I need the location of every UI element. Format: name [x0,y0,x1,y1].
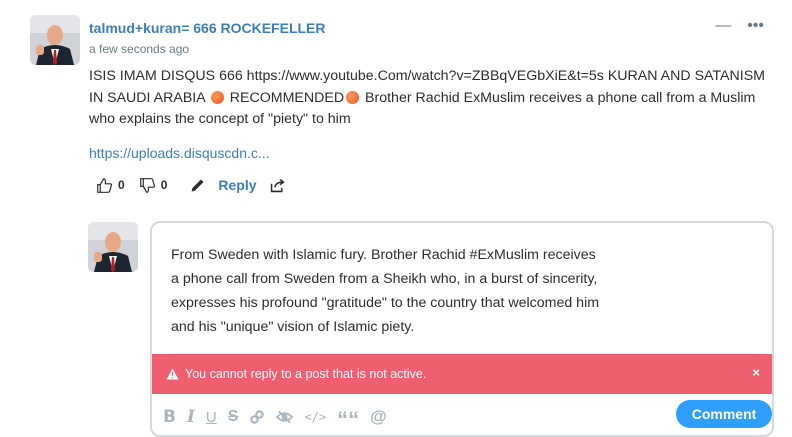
reply-line: a phone call from Sweden from a Sheikh w… [171,271,598,287]
error-alert: You cannot reply to a post that is not a… [152,354,772,394]
share-icon[interactable] [269,177,286,194]
spoiler-icon [276,410,294,424]
strikethrough-button[interactable]: S [228,406,239,428]
reply-line: and his "unique" vision of Islamic piety… [171,319,415,335]
thumbs-down-icon [139,177,155,193]
reply-editor[interactable]: From Sweden with Islamic fury. Brother R… [150,221,774,437]
code-button[interactable]: </> [304,406,326,428]
bold-button[interactable]: B [163,406,176,428]
author-avatar[interactable] [30,15,80,65]
attachment-link[interactable]: https://uploads.disquscdn.c... [89,145,270,161]
downvote-count: 0 [160,178,168,192]
italic-button[interactable]: I [187,406,195,428]
link-button[interactable] [249,406,265,428]
close-alert-button[interactable]: × [752,365,760,380]
edit-icon[interactable] [189,177,206,194]
reply-text[interactable]: From Sweden with Islamic fury. Brother R… [171,243,731,339]
link-icon [250,410,265,424]
formatting-toolbar: B I U S </> ““ @ [163,403,387,431]
orange-circle-emoji [346,90,360,104]
quote-button[interactable]: ““ [337,403,359,431]
warning-icon [166,368,179,380]
current-user-avatar[interactable] [88,222,138,272]
post-body: ISIS IMAM DISQUS 666 https://www.youtube… [89,66,779,131]
collapse-button[interactable]: — [715,16,731,36]
mention-button[interactable]: @ [370,406,387,428]
downvote-button[interactable]: 0 [139,177,168,194]
alert-message: You cannot reply to a post that is not a… [185,367,427,381]
author-name[interactable]: talmud+kuran= 666 ROCKEFELLER [89,20,326,36]
more-options-button[interactable]: ••• [747,16,764,36]
orange-circle-emoji [210,90,224,104]
post-menu: — ••• [715,16,764,36]
post-timestamp[interactable]: a few seconds ago [89,42,189,56]
post-actions: 0 0 Reply [96,175,286,195]
comment-button[interactable]: Comment [676,400,772,428]
upvote-count: 0 [118,178,125,192]
reply-line: From Sweden with Islamic fury. Brother R… [171,247,596,263]
thumbs-up-icon [97,177,112,193]
upvote-button[interactable]: 0 [96,177,125,194]
spoiler-button[interactable] [276,406,294,428]
reply-line: expresses his profound "gratitude" to th… [171,295,600,311]
reply-button[interactable]: Reply [218,177,256,193]
post-body-text-2: RECOMMENDED [225,89,345,106]
underline-button[interactable]: U [206,406,217,428]
